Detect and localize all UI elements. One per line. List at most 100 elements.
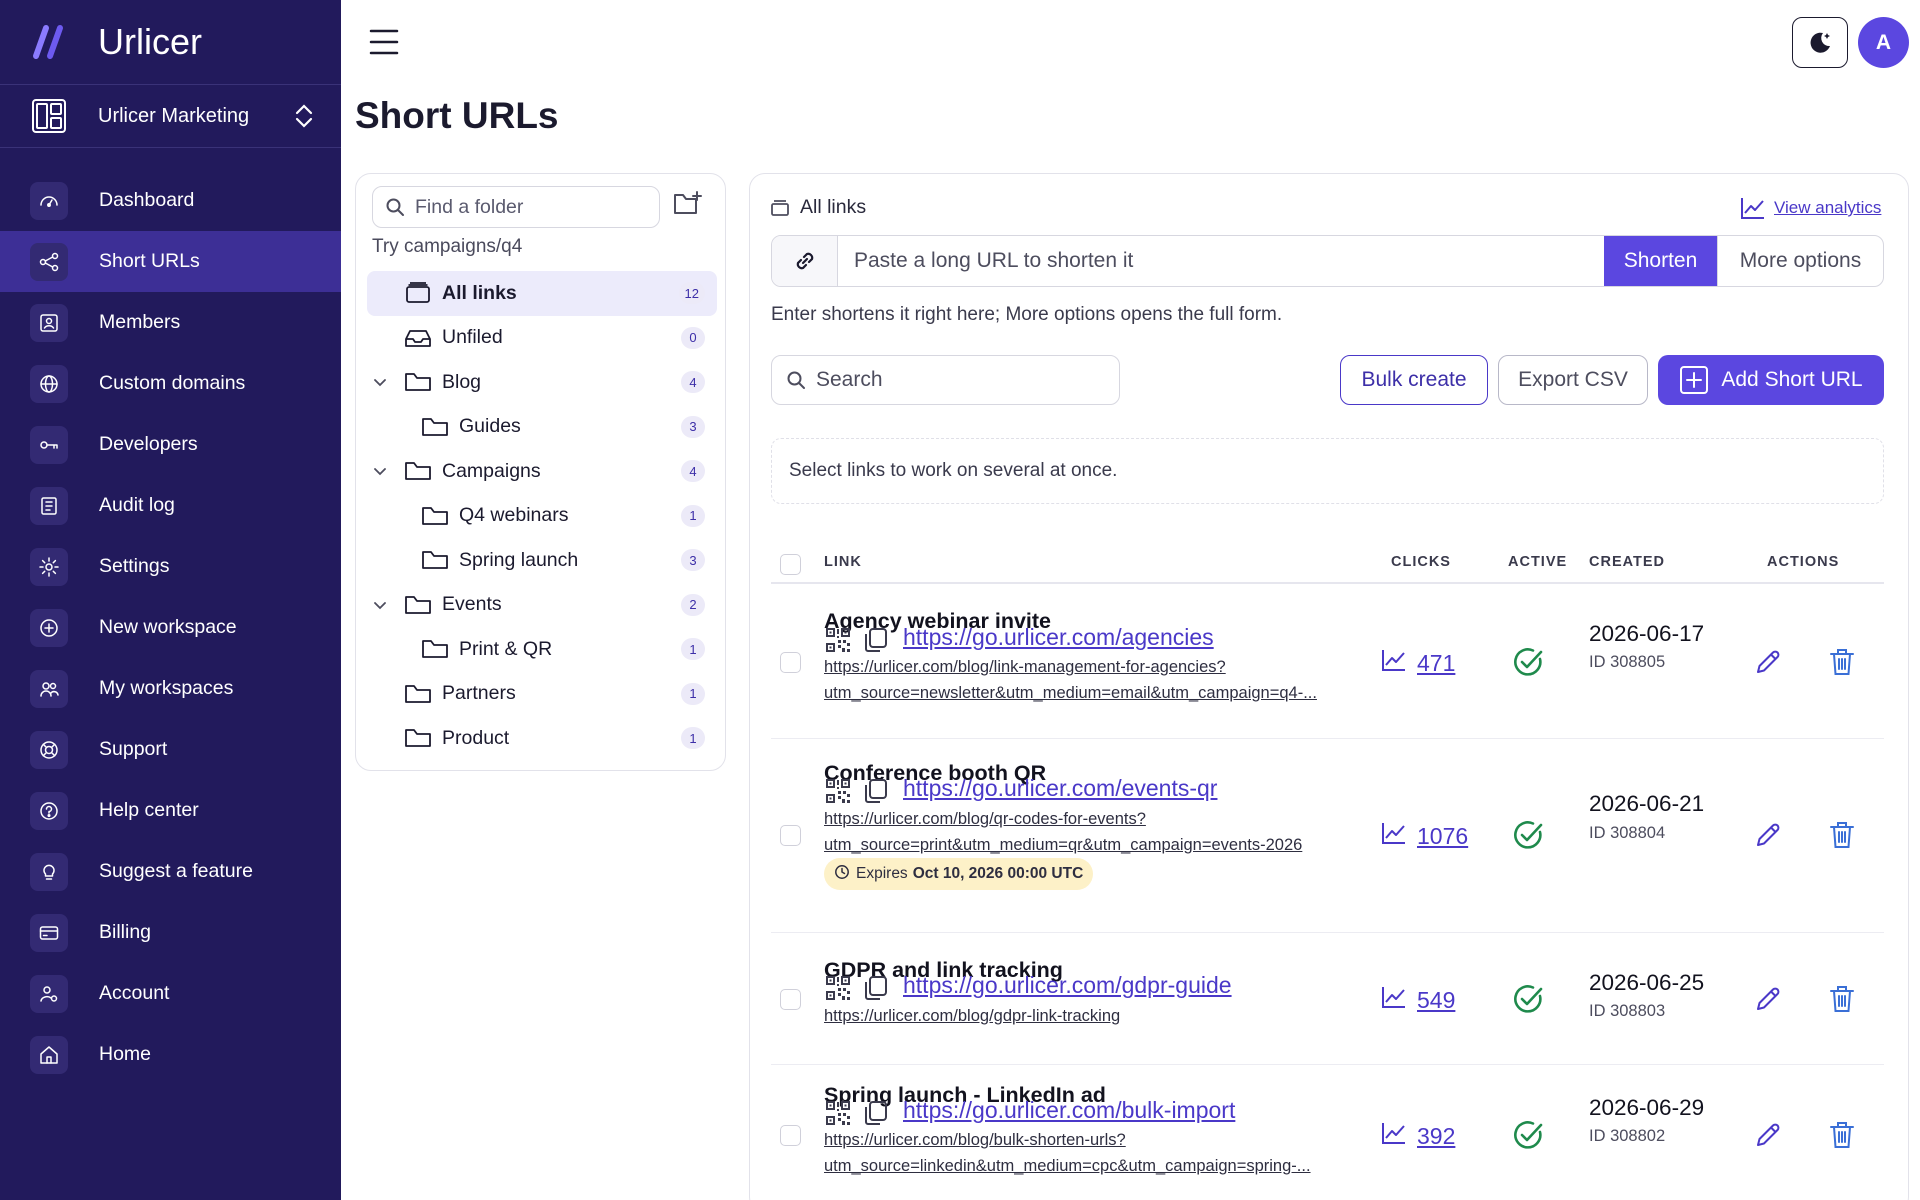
- sidebar-item-billing[interactable]: Billing: [0, 902, 341, 963]
- edit-icon[interactable]: [1753, 1120, 1783, 1150]
- folder-product[interactable]: Product 1: [367, 716, 717, 761]
- view-analytics-link[interactable]: View analytics: [1740, 196, 1881, 220]
- folder-partners[interactable]: Partners 1: [367, 672, 717, 717]
- edit-icon[interactable]: [1753, 820, 1783, 850]
- folder-print-qr[interactable]: Print & QR 1: [367, 627, 717, 672]
- menu-icon[interactable]: [369, 28, 399, 56]
- edit-icon[interactable]: [1753, 647, 1783, 677]
- qr-code-icon[interactable]: [824, 626, 852, 654]
- folder-events[interactable]: Events 2: [367, 583, 717, 628]
- folder-unfiled[interactable]: Unfiled 0: [367, 316, 717, 361]
- chevron-down-icon[interactable]: [371, 373, 389, 391]
- theme-toggle-button[interactable]: [1792, 17, 1848, 68]
- clicks-link[interactable]: 471: [1381, 648, 1455, 678]
- more-options-button[interactable]: More options: [1717, 236, 1883, 286]
- sidebar-item-settings[interactable]: Settings: [0, 536, 341, 597]
- sidebar-item-suggest-a-feature[interactable]: Suggest a feature: [0, 841, 341, 902]
- folder-search[interactable]: [372, 186, 660, 228]
- new-folder-icon[interactable]: [672, 188, 704, 220]
- expires-value: Oct 10, 2026 00:00 UTC: [912, 865, 1084, 882]
- brand[interactable]: Urlicer: [0, 0, 341, 85]
- workspace-switcher[interactable]: Urlicer Marketing: [0, 85, 341, 148]
- chevron-updown-icon: [295, 104, 313, 128]
- qr-code-icon[interactable]: [824, 1099, 852, 1127]
- trash-icon[interactable]: [1828, 1120, 1856, 1150]
- folder-spring-launch[interactable]: Spring launch 3: [367, 538, 717, 583]
- sidebar-item-new-workspace[interactable]: New workspace: [0, 597, 341, 658]
- sidebar-item-help-center[interactable]: Help center: [0, 780, 341, 841]
- sidebar-item-home[interactable]: Home: [0, 1024, 341, 1085]
- sidebar-item-account[interactable]: Account: [0, 963, 341, 1024]
- column-created[interactable]: CREATED: [1589, 554, 1665, 570]
- short-url-link[interactable]: https://go.urlicer.com/gdpr-guide: [903, 972, 1232, 999]
- sidebar-item-label: Developers: [99, 433, 198, 455]
- sidebar-item-label: Billing: [99, 921, 152, 943]
- trash-icon[interactable]: [1828, 984, 1856, 1014]
- clicks-link[interactable]: 1076: [1381, 821, 1468, 851]
- folder-label: Q4 webinars: [459, 504, 569, 527]
- destination-url[interactable]: https://urlicer.com/blog/gdpr-link-track…: [824, 1003, 1354, 1029]
- copy-icon[interactable]: [861, 777, 889, 805]
- section-label-text: All links: [800, 196, 867, 218]
- folder-label: Guides: [459, 415, 521, 438]
- clicks-link[interactable]: 549: [1381, 985, 1455, 1015]
- chevron-down-icon[interactable]: [371, 462, 389, 480]
- destination-url[interactable]: https://urlicer.com/blog/qr-codes-for-ev…: [824, 806, 1354, 858]
- sidebar-item-developers[interactable]: Developers: [0, 414, 341, 475]
- active-check-icon[interactable]: [1512, 646, 1544, 678]
- column-clicks[interactable]: CLICKS: [1391, 554, 1451, 570]
- select-all-checkbox[interactable]: [780, 554, 801, 575]
- folder-count-badge: 2: [681, 593, 705, 616]
- destination-url[interactable]: https://urlicer.com/blog/link-management…: [824, 654, 1354, 706]
- sidebar-item-support[interactable]: Support: [0, 719, 341, 780]
- created-date: 2026-06-25: [1589, 970, 1705, 995]
- folder-search-input[interactable]: [415, 195, 645, 219]
- add-short-url-button[interactable]: Add Short URL: [1658, 355, 1884, 405]
- short-url-link[interactable]: https://go.urlicer.com/events-qr: [903, 775, 1217, 802]
- folder-q4-webinars[interactable]: Q4 webinars 1: [367, 494, 717, 539]
- destination-url[interactable]: https://urlicer.com/blog/bulk-shorten-ur…: [824, 1127, 1354, 1179]
- app-name: Urlicer: [98, 21, 202, 62]
- qr-code-icon[interactable]: [824, 974, 852, 1002]
- row-checkbox[interactable]: [780, 652, 801, 673]
- user-avatar[interactable]: A: [1858, 17, 1909, 68]
- shorten-bar: Shorten More options: [771, 235, 1884, 287]
- copy-icon[interactable]: [861, 626, 889, 654]
- sidebar-item-members[interactable]: Members: [0, 292, 341, 353]
- chevron-down-icon[interactable]: [371, 596, 389, 614]
- folder-icon: [405, 462, 431, 481]
- trash-icon[interactable]: [1828, 820, 1856, 850]
- short-url-link[interactable]: https://go.urlicer.com/agencies: [903, 624, 1214, 651]
- trash-icon[interactable]: [1828, 647, 1856, 677]
- links-search-input[interactable]: [816, 368, 1106, 392]
- row-checkbox[interactable]: [780, 825, 801, 846]
- export-csv-button[interactable]: Export CSV: [1498, 355, 1648, 405]
- folder-blog[interactable]: Blog 4: [367, 360, 717, 405]
- bulk-create-button[interactable]: Bulk create: [1340, 355, 1488, 405]
- active-check-icon[interactable]: [1512, 983, 1544, 1015]
- qr-code-icon[interactable]: [824, 777, 852, 805]
- row-checkbox[interactable]: [780, 1125, 801, 1146]
- row-checkbox[interactable]: [780, 989, 801, 1010]
- active-check-icon[interactable]: [1512, 819, 1544, 851]
- shorten-button[interactable]: Shorten: [1604, 236, 1717, 286]
- clicks-link[interactable]: 392: [1381, 1121, 1455, 1151]
- sidebar-item-label: Home: [99, 1043, 152, 1065]
- sidebar-item-custom-domains[interactable]: Custom domains: [0, 353, 341, 414]
- sidebar-item-short-urls[interactable]: Short URLs: [0, 231, 341, 292]
- active-check-icon[interactable]: [1512, 1119, 1544, 1151]
- edit-icon[interactable]: [1753, 984, 1783, 1014]
- sidebar-item-my-workspaces[interactable]: My workspaces: [0, 658, 341, 719]
- folder-campaigns[interactable]: Campaigns 4: [367, 449, 717, 494]
- sidebar-item-dashboard[interactable]: Dashboard: [0, 170, 341, 231]
- copy-icon[interactable]: [861, 974, 889, 1002]
- links-search[interactable]: [771, 355, 1120, 405]
- folder-all-links[interactable]: All links 12: [367, 271, 717, 316]
- short-url-link[interactable]: https://go.urlicer.com/bulk-import: [903, 1097, 1235, 1124]
- sidebar-item-audit-log[interactable]: Audit log: [0, 475, 341, 536]
- folder-guides[interactable]: Guides 3: [367, 405, 717, 450]
- long-url-input[interactable]: [838, 236, 1604, 286]
- section-label: All links: [770, 196, 866, 219]
- copy-icon[interactable]: [861, 1099, 889, 1127]
- member-card-icon: [30, 303, 68, 342]
